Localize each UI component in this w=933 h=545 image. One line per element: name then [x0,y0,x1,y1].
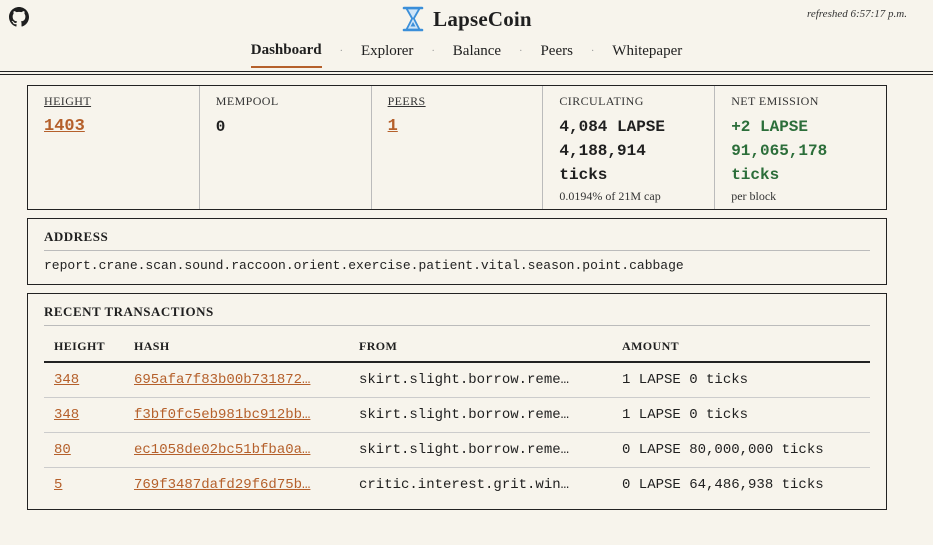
nav-separator: · [339,46,343,57]
column-header-height: HEIGHT [44,335,124,363]
stat-peers: PEERS 1 [372,86,544,209]
refreshed-timestamp: refreshed 6:57:17 p.m. [807,8,907,20]
stat-peers-value[interactable]: 1 [388,115,527,139]
stat-net-emission: NET EMISSION +2 LAPSE 91,065,178 ticks p… [715,86,886,209]
stat-circulating: CIRCULATING 4,084 LAPSE 4,188,914 ticks … [543,86,716,209]
tx-height-link[interactable]: 5 [44,467,124,502]
stat-circulating-lapse: 4,084 LAPSE [559,118,666,136]
recent-transactions-title: RECENT TRANSACTIONS [44,304,870,326]
tx-hash-link[interactable]: 695afa7f83b00b731872… [124,362,349,398]
main-nav: Dashboard · Explorer · Balance · Peers ·… [0,42,933,68]
recent-transactions-card: RECENT TRANSACTIONS HEIGHT HASH FROM AMO… [27,293,887,510]
stat-mempool-label: MEMPOOL [215,94,279,108]
tx-from: skirt.slight.borrow.reme… [349,362,612,398]
table-row: 5 769f3487dafd29f6d75b… critic.interest.… [44,467,870,502]
table-header-row: HEIGHT HASH FROM AMOUNT [44,335,870,363]
nav-whitepaper[interactable]: Whitepaper [612,43,682,67]
tx-from: skirt.slight.borrow.reme… [349,397,612,433]
stat-net-emission-note: per block [731,189,777,203]
tx-amount: 0 LAPSE 64,486,938 ticks [622,476,824,493]
address-value: report.crane.scan.sound.raccoon.orient.e… [44,258,684,273]
column-header-hash: HASH [124,335,349,363]
table-row: 348 f3bf0fc5eb981bc912bb… skirt.slight.b… [44,397,870,433]
column-header-amount: AMOUNT [612,335,870,363]
stats-panel: HEIGHT 1403 MEMPOOL 0 PEERS 1 CIRCULATIN… [27,85,887,210]
stat-net-emission-unit: ticks [731,166,780,184]
stat-net-emission-lapse: +2 LAPSE [731,118,808,136]
nav-explorer[interactable]: Explorer [361,43,413,67]
stat-height-value[interactable]: 1403 [44,115,183,139]
table-row: 80 ec1058de02bc51bfba0a… skirt.slight.bo… [44,432,870,468]
nav-separator: · [431,46,435,57]
nav-separator: · [519,46,523,57]
stat-height-label[interactable]: HEIGHT [44,94,183,109]
stat-net-emission-ticks: 91,065,178 [731,142,828,160]
stat-mempool: MEMPOOL 0 [200,86,372,209]
nav-dashboard[interactable]: Dashboard [250,42,322,68]
tx-amount: 1 LAPSE 0 ticks [612,397,870,433]
tx-from: skirt.slight.borrow.reme… [349,432,612,468]
hourglass-icon [402,6,424,32]
header-divider [0,71,933,72]
tx-height-link[interactable]: 348 [44,362,124,398]
tx-from: critic.interest.grit.win… [359,476,570,493]
stat-height: HEIGHT 1403 [28,86,200,209]
brand-header: LapseCoin [0,6,933,37]
stat-net-emission-label: NET EMISSION [731,94,819,108]
tx-hash-link[interactable]: 769f3487dafd29f6d75b… [124,467,349,502]
address-card: ADDRESS report.crane.scan.sound.raccoon.… [27,218,887,285]
tx-hash-link[interactable]: ec1058de02bc51bfba0a… [124,432,349,468]
stat-circulating-unit: ticks [559,166,608,184]
stat-circulating-ticks: 4,188,914 [559,142,646,160]
table-row: 348 695afa7f83b00b731872… skirt.slight.b… [44,362,870,398]
stat-circulating-label: CIRCULATING [559,94,644,108]
tx-height-link[interactable]: 80 [44,432,124,468]
stat-mempool-value: 0 [215,118,226,136]
stat-peers-label[interactable]: PEERS [388,94,527,109]
column-header-from: FROM [349,335,612,363]
tx-height-link[interactable]: 348 [44,397,124,433]
nav-separator: · [590,46,595,57]
nav-peers[interactable]: Peers [540,43,573,67]
header-divider [0,74,933,75]
address-title: ADDRESS [44,229,870,251]
tx-amount: 1 LAPSE 0 ticks [612,362,870,398]
nav-balance[interactable]: Balance [453,43,501,67]
stat-circulating-note: 0.0194% of 21M cap [559,189,661,203]
brand-name[interactable]: LapseCoin [433,7,532,32]
tx-amount: 0 LAPSE 80,000,000 ticks [612,432,870,468]
transactions-table: HEIGHT HASH FROM AMOUNT 348 695afa7f83b0… [44,335,870,502]
tx-hash-link[interactable]: f3bf0fc5eb981bc912bb… [124,397,349,433]
